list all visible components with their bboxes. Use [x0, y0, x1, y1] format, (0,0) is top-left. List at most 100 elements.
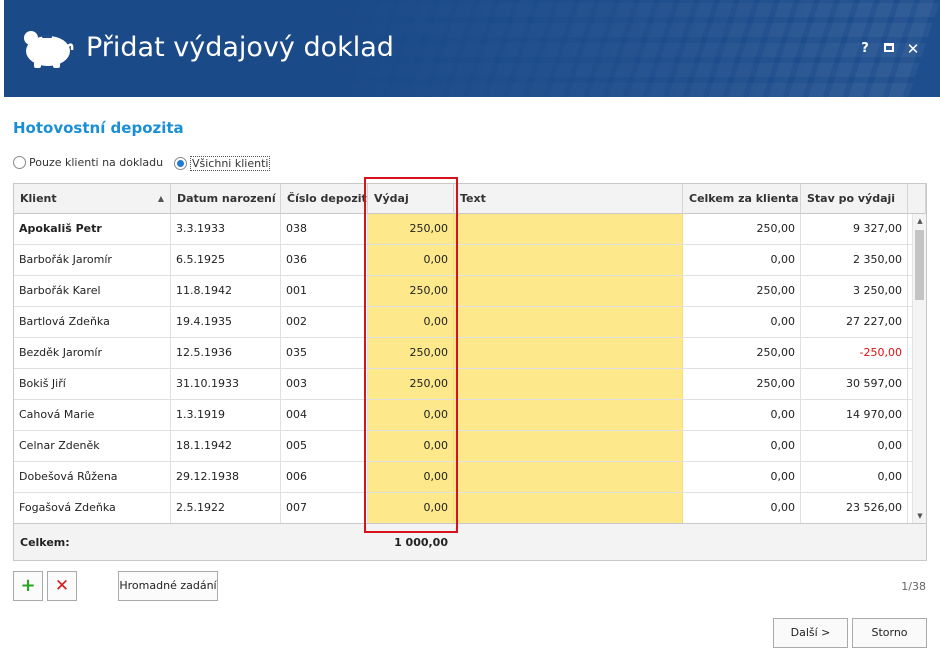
cell-text[interactable]: [454, 276, 683, 306]
cell-cislo: 038: [281, 214, 368, 244]
cell-cislo: 006: [281, 462, 368, 492]
cell-vydaj[interactable]: 250,00: [368, 276, 454, 306]
cell-cislo: 035: [281, 338, 368, 368]
sort-asc-icon: ▲: [157, 194, 164, 203]
cell-celkem: 0,00: [683, 493, 801, 523]
cell-klient: Barbořák Karel: [14, 276, 171, 306]
cell-celkem: 0,00: [683, 431, 801, 461]
table-row[interactable]: Bezděk Jaromír 12.5.1936 035 250,00 250,…: [14, 338, 912, 369]
delete-row-button[interactable]: ✕: [47, 571, 77, 601]
cell-celkem: 0,00: [683, 245, 801, 275]
radio-only-clients[interactable]: Pouze klienti na dokladu: [13, 156, 163, 169]
cell-vydaj[interactable]: 0,00: [368, 493, 454, 523]
table-row[interactable]: Cahová Marie 1.3.1919 004 0,00 0,00 14 9…: [14, 400, 912, 431]
cell-vydaj[interactable]: 0,00: [368, 307, 454, 337]
table-row[interactable]: Celnar Zdeněk 18.1.1942 005 0,00 0,00 0,…: [14, 431, 912, 462]
scroll-down-icon[interactable]: ▼: [913, 510, 927, 522]
cell-stav: 30 597,00: [801, 369, 908, 399]
page-counter: 1/38: [901, 580, 926, 593]
cell-vydaj[interactable]: 0,00: [368, 400, 454, 430]
cell-celkem: 0,00: [683, 400, 801, 430]
cell-klient: Apokališ Petr: [14, 214, 171, 244]
cell-datum: 18.1.1942: [171, 431, 281, 461]
window-title: Přidat výdajový doklad: [86, 32, 394, 63]
help-button[interactable]: ?: [856, 40, 874, 58]
cell-text[interactable]: [454, 245, 683, 275]
next-button[interactable]: Další >: [773, 618, 848, 648]
section-title: Hotovostní depozita: [13, 119, 184, 137]
cell-text[interactable]: [454, 369, 683, 399]
scroll-up-icon[interactable]: ▲: [913, 215, 927, 227]
bulk-entry-button[interactable]: Hromadné zadání: [118, 571, 218, 601]
cell-celkem: 0,00: [683, 462, 801, 492]
cell-cislo: 002: [281, 307, 368, 337]
table-header: Klient ▲ Datum narození Číslo depozita Vý…: [14, 184, 926, 214]
table-row[interactable]: Apokališ Petr 3.3.1933 038 250,00 250,00…: [14, 214, 912, 245]
column-header-vydaj[interactable]: Výdaj: [368, 184, 454, 214]
column-header-celkem[interactable]: Celkem za klienta: [683, 184, 801, 214]
cell-datum: 19.4.1935: [171, 307, 281, 337]
radio-label: Pouze klienti na dokladu: [29, 156, 164, 169]
cell-datum: 1.3.1919: [171, 400, 281, 430]
column-header-klient[interactable]: Klient ▲: [14, 184, 171, 214]
add-row-button[interactable]: +: [13, 571, 43, 601]
column-header-cislo[interactable]: Číslo depozita: [281, 184, 368, 214]
cell-text[interactable]: [454, 462, 683, 492]
cell-stav: 27 227,00: [801, 307, 908, 337]
cell-text[interactable]: [454, 493, 683, 523]
cell-vydaj[interactable]: 0,00: [368, 462, 454, 492]
deposits-table: Klient ▲ Datum narození Číslo depozita Vý…: [13, 183, 927, 561]
cell-cislo: 004: [281, 400, 368, 430]
column-header-text[interactable]: Text: [454, 184, 683, 214]
cell-datum: 3.3.1933: [171, 214, 281, 244]
cell-celkem: 250,00: [683, 276, 801, 306]
cell-vydaj[interactable]: 0,00: [368, 245, 454, 275]
cell-stav: 2 350,00: [801, 245, 908, 275]
table-row[interactable]: Bokiš Jiří 31.10.1933 003 250,00 250,00 …: [14, 369, 912, 400]
cell-text[interactable]: [454, 400, 683, 430]
cell-stav: 0,00: [801, 431, 908, 461]
cell-cislo: 001: [281, 276, 368, 306]
cell-datum: 29.12.1938: [171, 462, 281, 492]
cell-cislo: 036: [281, 245, 368, 275]
cell-cislo: 007: [281, 493, 368, 523]
cell-datum: 12.5.1936: [171, 338, 281, 368]
cell-stav: -250,00: [801, 338, 908, 368]
cell-celkem: 250,00: [683, 338, 801, 368]
column-header-stav[interactable]: Stav po výdaji: [801, 184, 908, 214]
cell-text[interactable]: [454, 307, 683, 337]
cancel-button[interactable]: Storno: [852, 618, 927, 648]
radio-all-clients[interactable]: Všichni klienti: [174, 156, 271, 171]
radio-selected-icon[interactable]: [174, 157, 187, 170]
vertical-scrollbar[interactable]: ▲ ▼: [912, 214, 926, 523]
cell-klient: Dobešová Růžena: [14, 462, 171, 492]
cell-vydaj[interactable]: 250,00: [368, 369, 454, 399]
cell-celkem: 0,00: [683, 307, 801, 337]
total-value: 1 000,00: [394, 536, 448, 549]
cell-vydaj[interactable]: 250,00: [368, 214, 454, 244]
radio-icon[interactable]: [13, 156, 26, 169]
cell-text[interactable]: [454, 431, 683, 461]
cell-stav: 3 250,00: [801, 276, 908, 306]
scrollbar-thumb[interactable]: [915, 230, 924, 300]
delete-icon: ✕: [54, 576, 70, 596]
cell-vydaj[interactable]: 0,00: [368, 431, 454, 461]
cell-klient: Bezděk Jaromír: [14, 338, 171, 368]
cell-stav: 14 970,00: [801, 400, 908, 430]
cell-klient: Bartlová Zdeňka: [14, 307, 171, 337]
column-header-datum[interactable]: Datum narození: [171, 184, 281, 214]
table-row[interactable]: Fogašová Zdeňka 2.5.1922 007 0,00 0,00 2…: [14, 493, 912, 524]
cell-celkem: 250,00: [683, 214, 801, 244]
table-row[interactable]: Barbořák Jaromír 6.5.1925 036 0,00 0,00 …: [14, 245, 912, 276]
close-button[interactable]: ✕: [904, 40, 922, 58]
table-row[interactable]: Bartlová Zdeňka 19.4.1935 002 0,00 0,00 …: [14, 307, 912, 338]
radio-label: Všichni klienti: [190, 156, 271, 171]
table-row[interactable]: Barbořák Karel 11.8.1942 001 250,00 250,…: [14, 276, 912, 307]
cell-datum: 2.5.1922: [171, 493, 281, 523]
cell-vydaj[interactable]: 250,00: [368, 338, 454, 368]
cell-text[interactable]: [454, 338, 683, 368]
maximize-button[interactable]: [880, 40, 898, 58]
cell-celkem: 250,00: [683, 369, 801, 399]
table-row[interactable]: Dobešová Růžena 29.12.1938 006 0,00 0,00…: [14, 462, 912, 493]
cell-text[interactable]: [454, 214, 683, 244]
